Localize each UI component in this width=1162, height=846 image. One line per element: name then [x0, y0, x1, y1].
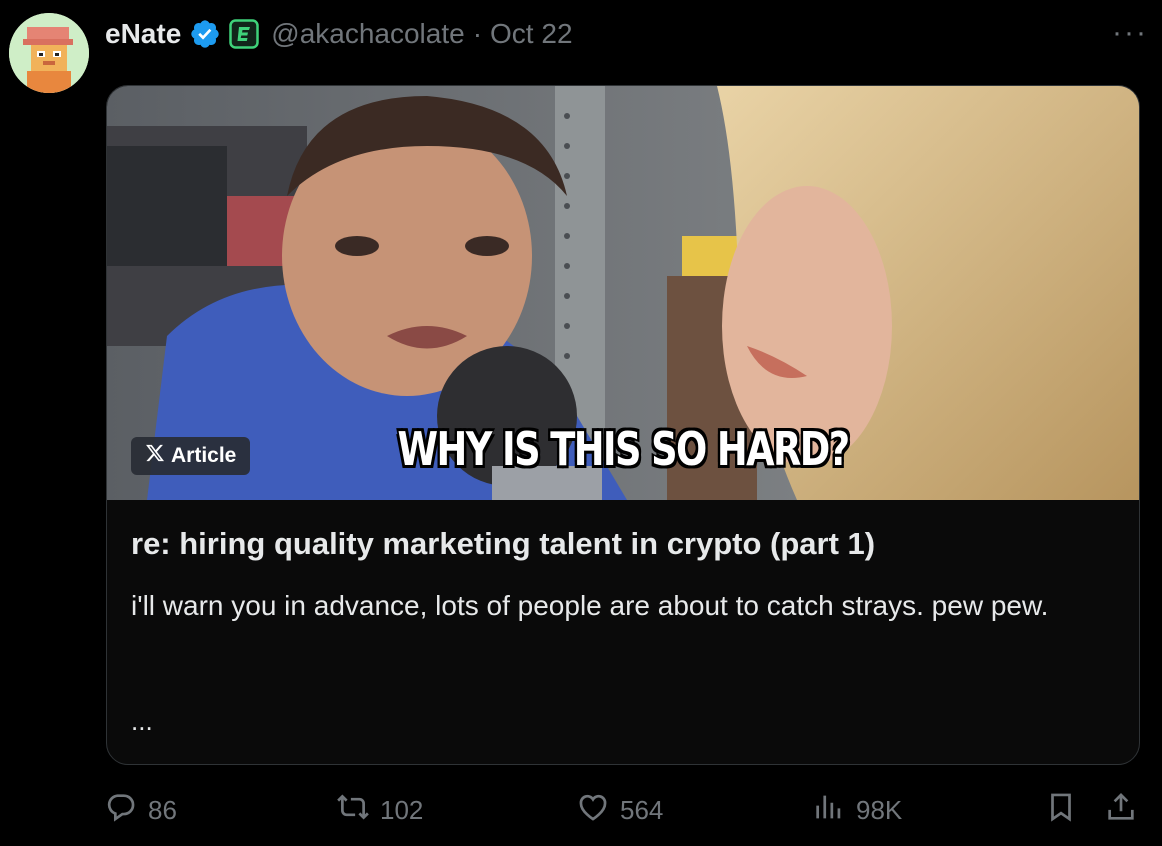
- repost-button[interactable]: 102: [336, 790, 423, 831]
- separator-dot: ·: [472, 18, 483, 49]
- avatar[interactable]: [9, 13, 89, 93]
- like-count: 564: [620, 795, 664, 825]
- verified-badge-icon[interactable]: [189, 18, 221, 50]
- bookmark-icon: [1044, 790, 1078, 831]
- reply-button[interactable]: 86: [104, 790, 177, 831]
- action-bar: 86 102 564 98K: [104, 790, 1146, 834]
- article-tag-label: Article: [171, 444, 237, 467]
- image-caption: WHY IS THIS SO HARD?: [397, 422, 850, 476]
- avatar-image: [9, 13, 89, 93]
- views-button[interactable]: 98K: [812, 790, 902, 831]
- share-button[interactable]: [1104, 790, 1138, 831]
- like-button[interactable]: 564: [576, 790, 663, 831]
- like-icon: [576, 790, 610, 831]
- e-badge-icon[interactable]: [229, 19, 260, 49]
- views-count: 98K: [856, 795, 903, 825]
- article-description: i'll warn you in advance, lots of people…: [131, 590, 1049, 621]
- article-tag: Article: [131, 437, 251, 475]
- share-icon: [1104, 790, 1138, 831]
- tweet-date[interactable]: Oct 22: [490, 18, 572, 50]
- x-logo-icon: [145, 443, 165, 469]
- article-image: WHY IS THIS SO HARD? Article: [107, 86, 1139, 500]
- repost-count: 102: [380, 795, 424, 825]
- bookmark-button[interactable]: [1044, 790, 1078, 831]
- views-icon: [812, 790, 846, 831]
- article-card[interactable]: WHY IS THIS SO HARD? Article re: hiring …: [106, 85, 1140, 765]
- author-handle[interactable]: @akachacolate: [271, 18, 464, 50]
- tweet-header: eNate @akachacolate · Oct 22: [105, 14, 573, 54]
- article-title[interactable]: re: hiring quality marketing talent in c…: [131, 526, 875, 562]
- article-ellipsis: ...: [131, 706, 153, 736]
- more-options-button[interactable]: ···: [1112, 18, 1148, 48]
- reply-icon: [104, 790, 138, 831]
- author-name[interactable]: eNate: [105, 18, 181, 50]
- reply-count: 86: [148, 795, 177, 825]
- repost-icon: [336, 790, 370, 831]
